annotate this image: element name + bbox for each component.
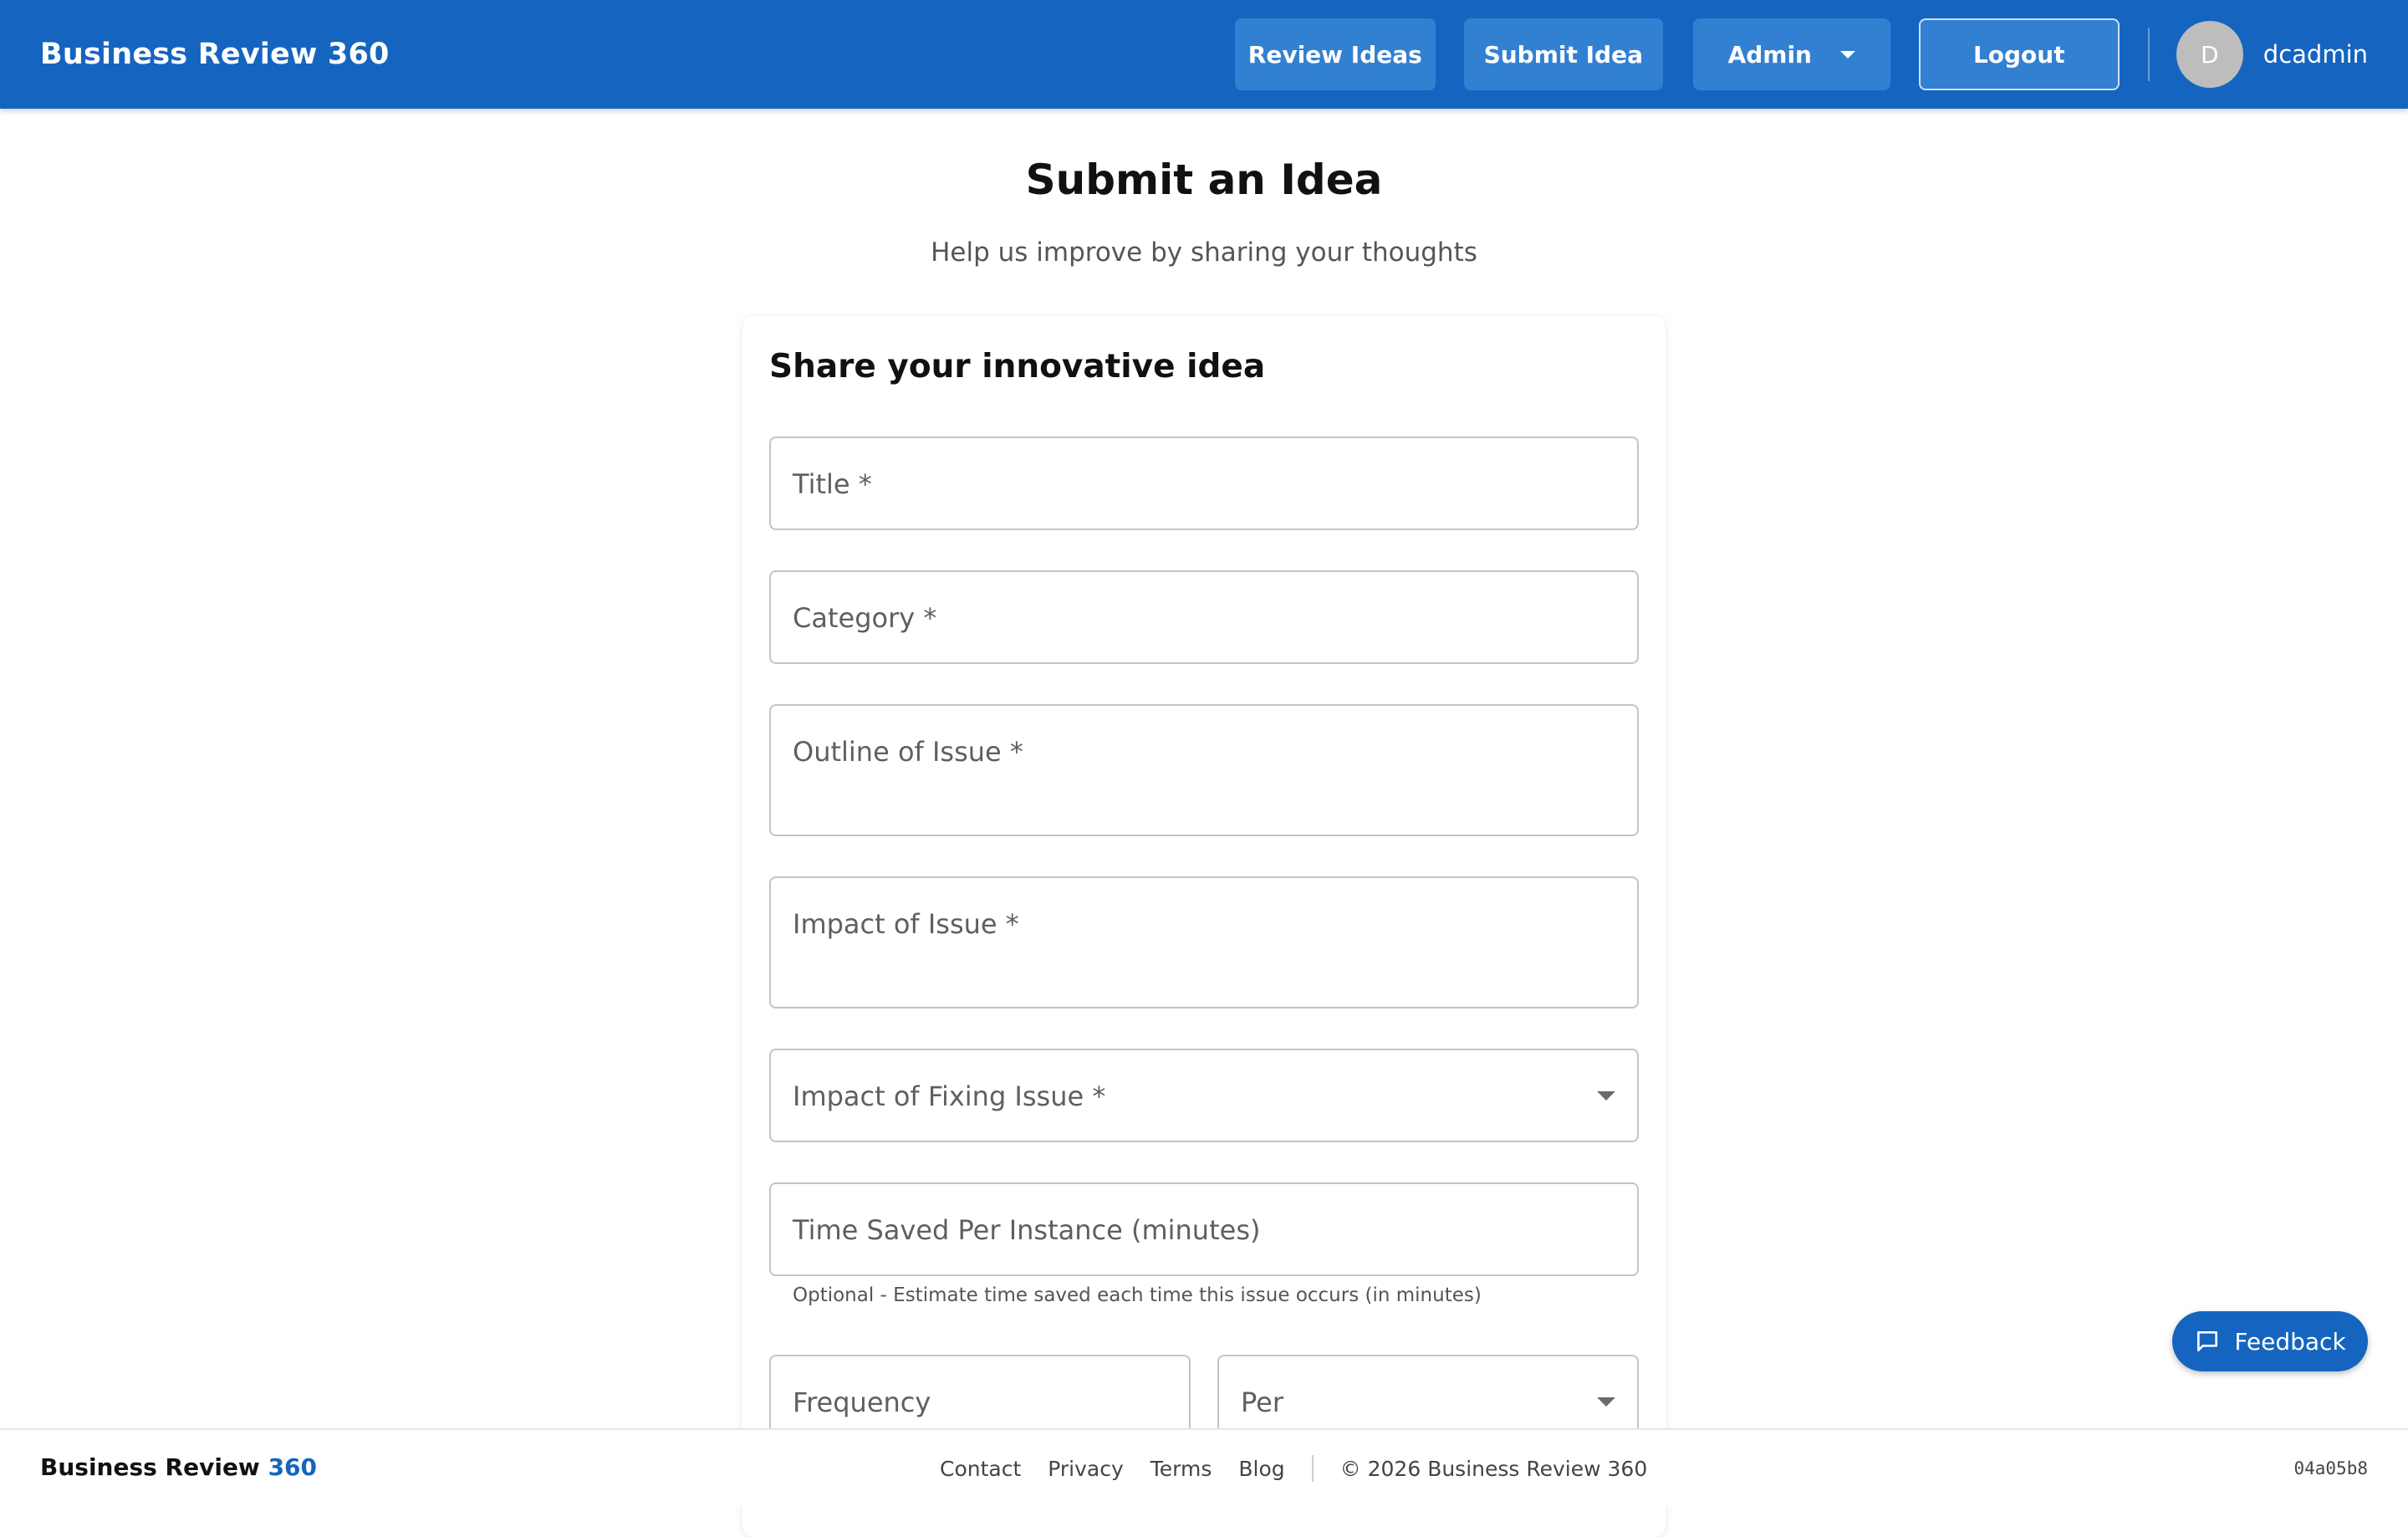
time-saved-label: Time Saved Per Instance (minutes)	[793, 1214, 1261, 1246]
admin-menu-button[interactable]: Admin	[1692, 18, 1890, 90]
app-header: Business Review 360 Review Ideas Submit …	[0, 0, 2408, 109]
impact-of-issue-label: Impact of Issue *	[793, 908, 1019, 940]
footer-link-contact[interactable]: Contact	[940, 1457, 1021, 1481]
feedback-button[interactable]: Feedback	[2172, 1311, 2368, 1371]
admin-label: Admin	[1727, 40, 1812, 69]
review-ideas-button[interactable]: Review Ideas	[1234, 18, 1436, 90]
frequency-label: Frequency	[793, 1386, 931, 1418]
avatar[interactable]: D	[2176, 21, 2243, 88]
impact-of-fixing-select[interactable]: Impact of Fixing Issue *	[769, 1049, 1639, 1142]
footer-link-privacy[interactable]: Privacy	[1048, 1457, 1124, 1481]
form-heading: Share your innovative idea	[769, 348, 1266, 386]
impact-of-fixing-label: Impact of Fixing Issue *	[793, 1080, 1106, 1112]
review-ideas-label: Review Ideas	[1247, 40, 1422, 69]
page-footer: Business Review 360 Contact Privacy Term…	[0, 1428, 2408, 1505]
title-field-label: Title *	[793, 468, 872, 500]
category-field-label: Category *	[793, 602, 937, 634]
chevron-down-icon	[1839, 50, 1855, 59]
page-subtitle: Help us improve by sharing your thoughts	[931, 237, 1477, 268]
outline-of-issue-label: Outline of Issue *	[793, 736, 1023, 768]
username: dcadmin	[2263, 40, 2368, 69]
build-hash: 04a05b8	[2293, 1458, 2368, 1478]
footer-links: Contact Privacy Terms Blog © 2026 Busine…	[940, 1455, 1647, 1482]
footer-brand-main: Business Review	[40, 1453, 260, 1481]
logout-button[interactable]: Logout	[1918, 18, 2120, 90]
logout-label: Logout	[1972, 40, 2065, 69]
title-field[interactable]: Title *	[769, 437, 1639, 530]
category-field[interactable]: Category *	[769, 570, 1639, 664]
header-divider	[2147, 28, 2150, 81]
page-title: Submit an Idea	[1025, 156, 1383, 204]
footer-link-terms[interactable]: Terms	[1150, 1457, 1212, 1481]
footer-divider	[1311, 1455, 1314, 1482]
outline-of-issue-field[interactable]: Outline of Issue *	[769, 704, 1639, 836]
feedback-label: Feedback	[2234, 1327, 2346, 1356]
dropdown-arrow-icon	[1597, 1091, 1615, 1100]
submit-idea-button[interactable]: Submit Idea	[1463, 18, 1663, 90]
footer-link-blog[interactable]: Blog	[1238, 1457, 1284, 1481]
time-saved-helper-text: Optional - Estimate time saved each time…	[793, 1284, 1482, 1306]
footer-copyright: © 2026 Business Review 360	[1339, 1456, 1648, 1481]
per-label: Per	[1241, 1386, 1283, 1418]
chat-bubble-icon	[2197, 1331, 2218, 1351]
submit-idea-label: Submit Idea	[1483, 40, 1643, 69]
impact-of-issue-field[interactable]: Impact of Issue *	[769, 876, 1639, 1008]
footer-brand[interactable]: Business Review 360	[40, 1453, 317, 1481]
dropdown-arrow-icon	[1597, 1397, 1615, 1407]
app-brand[interactable]: Business Review 360	[40, 38, 390, 71]
footer-brand-accent: 360	[268, 1453, 318, 1481]
time-saved-field[interactable]: Time Saved Per Instance (minutes)	[769, 1182, 1639, 1276]
